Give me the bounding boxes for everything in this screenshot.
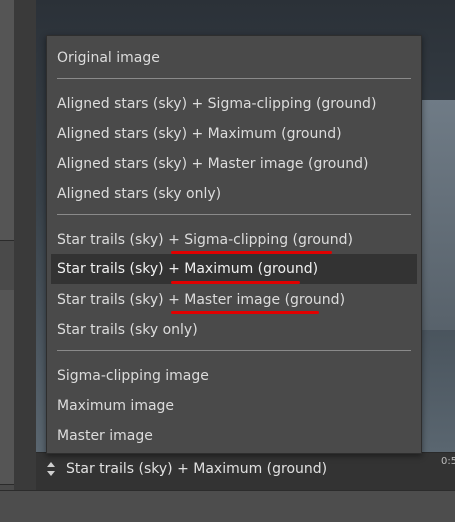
- menu-item-trails-maximum[interactable]: Star trails (sky) + Maximum (ground): [51, 254, 417, 284]
- annotation-underline: [171, 281, 300, 284]
- menu-item-trails-master[interactable]: Star trails (sky) + Master image (ground…: [51, 286, 417, 314]
- select-value: Star trails (sky) + Maximum (ground): [66, 461, 328, 477]
- left-panel-slot[interactable]: [0, 98, 14, 145]
- annotation-underline: [171, 311, 319, 314]
- left-panel-slot[interactable]: [0, 290, 14, 339]
- menu-item-sigma-image[interactable]: Sigma-clipping image: [51, 362, 417, 390]
- left-panel-slot[interactable]: [0, 436, 14, 485]
- up-down-arrows-icon: [44, 461, 58, 477]
- menu-item-aligned-maximum[interactable]: Aligned stars (sky) + Maximum (ground): [51, 120, 417, 148]
- menu-item-master-image[interactable]: Master image: [51, 422, 417, 450]
- left-panel-slot[interactable]: [0, 338, 14, 387]
- menu-item-trails-sky-only[interactable]: Star trails (sky only): [51, 316, 417, 344]
- left-panel-slot[interactable]: [0, 386, 14, 437]
- menu-item-trails-sigma[interactable]: Star trails (sky) + Sigma-clipping (grou…: [51, 226, 417, 254]
- menu-item-original-image[interactable]: Original image: [51, 44, 417, 72]
- left-panel-slot[interactable]: [0, 0, 14, 41]
- menu-item-aligned-master[interactable]: Aligned stars (sky) + Master image (grou…: [51, 150, 417, 178]
- left-panel: [0, 0, 14, 490]
- annotation-underline: [171, 251, 332, 254]
- left-panel-slot[interactable]: [0, 144, 14, 241]
- left-panel-slot[interactable]: [0, 40, 14, 99]
- menu-item-aligned-sigma[interactable]: Aligned stars (sky) + Sigma-clipping (gr…: [51, 90, 417, 118]
- time-readout: 0:5: [441, 456, 455, 467]
- menu-separator: [57, 350, 411, 351]
- view-mode-select[interactable]: Star trails (sky) + Maximum (ground): [44, 456, 424, 482]
- bottom-panel: [0, 490, 455, 522]
- menu-separator: [57, 78, 411, 79]
- menu-item-aligned-sky-only[interactable]: Aligned stars (sky only): [51, 180, 417, 208]
- menu-item-maximum-image[interactable]: Maximum image: [51, 392, 417, 420]
- menu-separator: [57, 214, 411, 215]
- view-mode-menu: Original image Aligned stars (sky) + Sig…: [46, 35, 422, 454]
